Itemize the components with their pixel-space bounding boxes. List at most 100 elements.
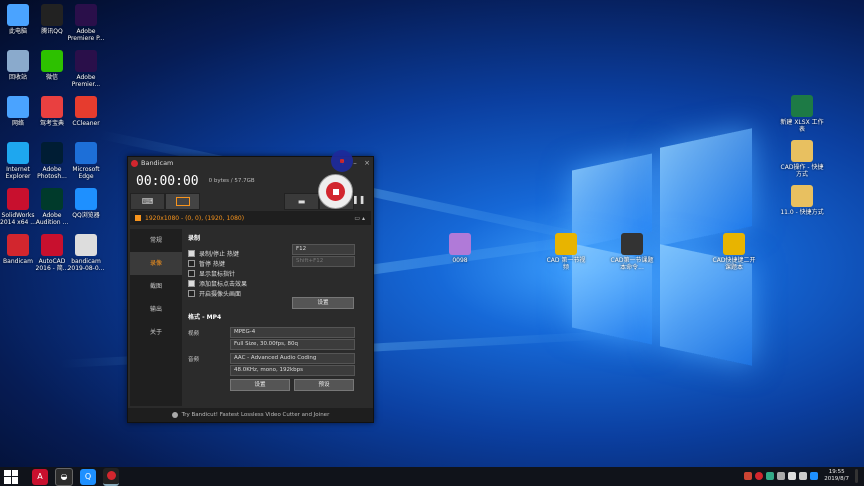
taskbar-clock[interactable]: 19:55 2019/8/7 [824,469,849,483]
sidebar-item-general[interactable]: 常规 [130,229,182,252]
premiere-shortcut-icon [75,50,97,72]
video-label: 视频 [188,331,200,337]
tray-qq-icon[interactable] [810,472,819,480]
desktop-shortcut-right-0[interactable]: 新建 XLSX 工作表 [780,95,824,133]
video-settings-panel: 录制 录制/停止 热键 暂停 热键 显示鼠标指针 添加鼠标点击效果 开启摄像头画面 F1… [182,229,371,406]
desktop-icon-label: Adobe Premiere P... [67,28,105,42]
tray-ime-icon[interactable] [799,472,808,480]
cursor-highlight [331,150,353,172]
checkbox[interactable] [188,269,195,277]
desktop-shortcut-mid-0[interactable]: 0098 [438,233,482,264]
record-section-title: 录制 [188,235,201,242]
format-settings-button[interactable]: 设置 [230,379,290,391]
desktop-shortcut-right-2[interactable]: 11.0 - 快捷方式 [780,185,824,216]
tray-bandicam-icon[interactable] [755,472,764,480]
record-settings-button[interactable]: 设置 [292,297,354,309]
pause-button[interactable]: ❚❚ [352,195,365,204]
taskbar-bandicam-icon[interactable] [103,467,119,486]
checkbox[interactable] [188,259,195,267]
desktop-shortcut-left-2[interactable]: Adobe Premiere P... [64,4,108,42]
preset-button[interactable]: 预设 [294,379,354,391]
desktop-icon-label: CAD操作 - 快捷方式 [780,164,824,178]
clock-date: 2019/8/7 [824,476,849,482]
capture-area-bar[interactable]: 1920x1080 - (0, 0), (1920, 1080) ▭ ▴ [130,211,371,225]
desktop-shortcut-mid-3[interactable]: CAD快捷键二开课题本 [712,233,756,271]
audio-codec: AAC - Advanced Audio Coding [230,353,355,364]
record-icon [326,182,345,201]
desktop-icon-label: bandicam 2019-08-0... [67,258,105,272]
record-option-row[interactable]: 显示鼠标指针 [188,268,365,278]
tray-wechat-icon[interactable] [766,472,775,480]
system-tray: 19:55 2019/8/7 [741,469,858,483]
desktop-icon-label: Microsoft Edge [72,166,100,180]
premiere-icon [75,4,97,26]
desktop-shortcut-left-17[interactable]: bandicam 2019-08-0... [64,234,108,272]
sidebar-item-video[interactable]: 录像 [130,252,182,275]
checkbox[interactable] [188,279,195,287]
record-timer: 00:00:00 [136,173,199,189]
wechat-icon [41,50,63,72]
sidebar-item-screenshot[interactable]: 截图 [130,275,182,298]
pause-hotkey-field[interactable]: Shift+F12 [292,256,355,267]
image-file-icon [449,233,471,255]
promo-footer[interactable]: Try Bandicut! Fastest Lossless Video Cut… [128,408,373,422]
gamepad-icon: ⌨ [141,197,154,206]
ccleaner-icon [75,96,97,118]
shortcut-icon [791,140,813,162]
computer-icon [7,4,29,26]
recycle-bin-icon [7,50,29,72]
window-restore-icon[interactable]: ▭ ▴ [354,215,365,222]
tray-app-icon[interactable] [744,472,753,480]
open-folder-button[interactable]: ▬ [284,193,319,210]
capture-area-text: 1920x1080 - (0, 0), (1920, 1080) [145,214,245,222]
rectangle-icon [175,197,190,206]
network-icon [7,96,29,118]
desktop-shortcut-left-5[interactable]: Adobe Premier... [64,50,108,88]
checkbox-label: 添加鼠标点击效果 [199,280,248,288]
checkbox-label: 录制/停止 热键 [199,250,239,258]
desktop-shortcut-right-1[interactable]: CAD操作 - 快捷方式 [780,140,824,178]
solidworks-icon [7,188,29,210]
edge-icon [75,142,97,164]
taskbar-app-icon[interactable]: ◒ [55,467,73,486]
tray-volume-icon[interactable] [788,472,797,480]
desktop-shortcut-left-11[interactable]: Microsoft Edge [64,142,108,180]
desktop-icon-label: 11.0 - 快捷方式 [780,209,824,216]
audition-icon [41,188,63,210]
checkbox[interactable] [188,289,195,297]
record-option-row[interactable]: 添加鼠标点击效果 [188,278,365,288]
sidebar-item-about[interactable]: 关于 [130,321,182,344]
desktop-icon-label: Adobe Premier... [71,74,101,88]
desktop-icon-label: 0098 [452,257,468,264]
record-hotkey-field[interactable]: F12 [292,244,355,255]
tray-network-icon[interactable] [777,472,786,480]
start-button[interactable] [4,469,18,484]
desktop-icon-label: CAD 第一节视频 [546,257,586,271]
show-desktop-button[interactable] [855,469,858,483]
cursor-icon [340,159,344,163]
sidebar-item-output[interactable]: 输出 [130,298,182,321]
bandicam-icon [7,234,29,256]
record-button[interactable] [318,174,353,209]
dwg-file-icon [621,233,643,255]
desktop-shortcut-mid-1[interactable]: CAD 第一节视频 [544,233,588,271]
checkbox-label: 显示鼠标指针 [199,270,236,278]
desktop-shortcut-mid-2[interactable]: CAD第一节课题本命令... [610,233,654,271]
toolbar-spacer [200,193,284,210]
info-icon [171,412,178,418]
taskbar-qq-browser-icon[interactable]: Q [80,468,96,485]
desktop-shortcut-left-14[interactable]: QQ浏览器 [64,188,108,219]
audio-label: 音频 [188,357,200,363]
dwg-file-icon [723,233,745,255]
close-button[interactable]: × [361,159,373,167]
desktop-shortcut-left-8[interactable]: CCleaner [64,96,108,127]
taskbar: A ◒ Q 19:55 2019/8/7 [0,467,864,486]
checkbox-label: 开启摄像头画面 [199,290,242,298]
mp4-file-icon [75,234,97,256]
excel-icon [791,95,813,117]
checkbox[interactable] [188,249,195,257]
screen-mode-button[interactable] [165,193,200,210]
taskbar-autocad-icon[interactable]: A [32,468,48,485]
game-mode-button[interactable]: ⌨ [130,193,165,210]
car-icon [41,96,63,118]
